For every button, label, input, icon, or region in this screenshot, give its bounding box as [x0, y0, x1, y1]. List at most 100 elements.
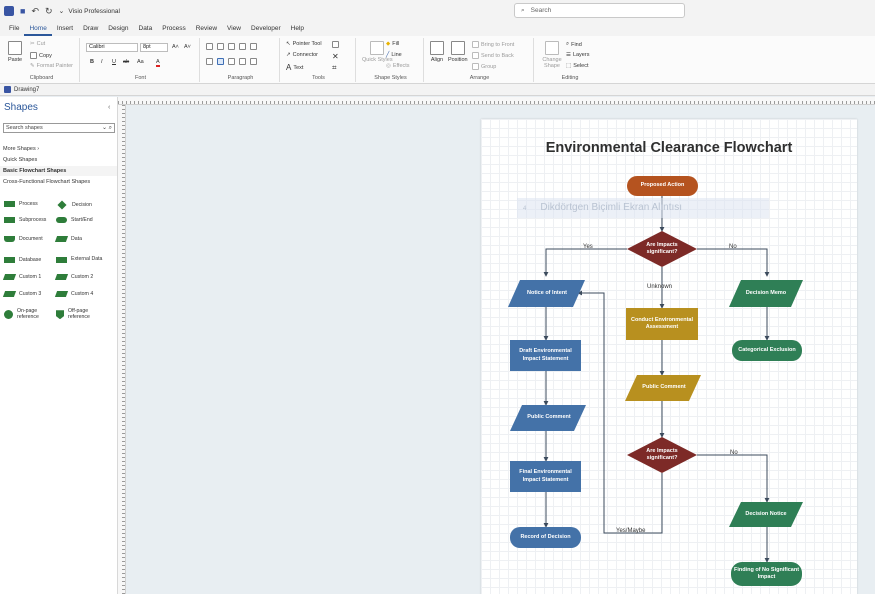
- bold-button[interactable]: B: [90, 59, 94, 65]
- undo-icon[interactable]: ↶: [31, 6, 39, 17]
- shape-item-custom-4[interactable]: Custom 4: [54, 291, 93, 297]
- align-center-icon[interactable]: [217, 58, 224, 65]
- document-icon: [4, 86, 11, 93]
- search-icon: ⌕: [521, 6, 525, 14]
- select-button[interactable]: ⬚ Select: [566, 63, 589, 69]
- underline-button[interactable]: U: [112, 59, 116, 65]
- text-direction-icon[interactable]: [250, 43, 257, 50]
- connector-button[interactable]: ↗ Connector: [286, 52, 318, 58]
- distribute-icon[interactable]: [250, 58, 257, 65]
- change-case-button[interactable]: Aa: [137, 59, 144, 65]
- redo-icon[interactable]: ↻: [45, 6, 53, 17]
- change-shape-button[interactable]: Change Shape: [540, 41, 564, 69]
- rectangle-tool-button[interactable]: [332, 41, 339, 48]
- stencil-quick-shapes[interactable]: Quick Shapes: [3, 157, 37, 163]
- horizontal-align-buttons: [206, 58, 257, 65]
- stencil-cross-functional[interactable]: Cross-Functional Flowchart Shapes: [3, 179, 90, 185]
- tab-developer[interactable]: Developer: [246, 22, 286, 36]
- shape-item-custom-1[interactable]: Custom 1: [2, 274, 41, 280]
- paste-button[interactable]: Paste: [8, 41, 22, 63]
- document-name: Drawing7: [14, 86, 40, 93]
- fill-button[interactable]: ◆ Fill: [386, 41, 399, 47]
- effects-button[interactable]: ◎ Effects: [386, 63, 410, 69]
- shape-item-start-end[interactable]: Start/End: [56, 217, 93, 223]
- tab-file[interactable]: File: [4, 22, 24, 36]
- shape-item-external-data[interactable]: External Data: [56, 256, 105, 263]
- node-conduct-ea-label: Conduct Environmental Assessment: [630, 316, 694, 330]
- align-button[interactable]: Align: [430, 41, 444, 63]
- text-tool-button[interactable]: A Text: [286, 63, 303, 72]
- quick-access-toolbar: ■ ↶ ↻ ⌄: [0, 6, 64, 17]
- document-tab[interactable]: Drawing7: [0, 84, 875, 96]
- shape-item-label: Database: [19, 257, 42, 263]
- tab-home[interactable]: Home: [24, 22, 52, 36]
- italic-button[interactable]: I: [101, 59, 103, 65]
- drawing-page[interactable]: Environmental Clearance Flowchart 4 Dikdö…: [481, 119, 857, 594]
- shrink-font-button[interactable]: A˅: [184, 44, 191, 50]
- customize-qat-icon[interactable]: ⌄: [59, 7, 65, 15]
- align-bottom-icon[interactable]: [228, 43, 235, 50]
- search-input[interactable]: ⌕ Search: [514, 3, 685, 18]
- shape-item-custom-3[interactable]: Custom 3: [2, 291, 41, 297]
- layers-button[interactable]: ☰ Layers: [566, 52, 589, 58]
- tab-process[interactable]: Process: [157, 22, 190, 36]
- align-left-icon[interactable]: [206, 58, 213, 65]
- tab-data[interactable]: Data: [134, 22, 158, 36]
- node-fonsi-label: Finding of No Significant Impact: [733, 566, 800, 580]
- cut-button[interactable]: ✂ Cut: [30, 41, 45, 47]
- copy-button[interactable]: Copy: [30, 52, 52, 59]
- stencil-basic-flowchart[interactable]: Basic Flowchart Shapes: [0, 166, 117, 176]
- shape-search-input[interactable]: Search shapes ⌄ ⌕: [3, 123, 115, 133]
- shape-item-off-page-reference[interactable]: Off-page reference: [56, 308, 102, 320]
- font-color-button[interactable]: A: [156, 59, 160, 67]
- bring-to-front-button[interactable]: Bring to Front: [472, 41, 514, 48]
- font-family-select[interactable]: Calibri: [86, 43, 138, 52]
- vertical-ruler: [118, 105, 126, 594]
- position-button[interactable]: Position: [448, 41, 468, 63]
- tab-view[interactable]: View: [222, 22, 246, 36]
- align-icon: [430, 41, 444, 55]
- strikethrough-button[interactable]: ab: [123, 59, 129, 65]
- save-icon[interactable]: ■: [20, 6, 25, 16]
- shape-item-data[interactable]: Data: [54, 236, 82, 242]
- tab-draw[interactable]: Draw: [78, 22, 103, 36]
- quick-styles-icon: [370, 41, 385, 55]
- align-right-icon[interactable]: [228, 58, 235, 65]
- tab-help[interactable]: Help: [286, 22, 309, 36]
- drawing-canvas[interactable]: Environmental Clearance Flowchart 4 Dikdö…: [126, 105, 875, 594]
- shape-item-database[interactable]: Database: [4, 257, 41, 263]
- clipboard-group: Paste ✂ Cut Copy ✎ Format Painter Clipboar…: [4, 38, 80, 82]
- format-painter-button[interactable]: ✎ Format Painter: [30, 63, 73, 69]
- grow-font-button[interactable]: A˄: [172, 44, 179, 50]
- justify-icon[interactable]: [239, 58, 246, 65]
- close-shape-button[interactable]: ✕: [332, 52, 339, 61]
- send-to-back-button[interactable]: Send to Back: [472, 52, 514, 59]
- crop-button[interactable]: ⌗: [332, 63, 337, 73]
- find-button[interactable]: ⌕ Find: [566, 41, 582, 48]
- edge-decision1-yes[interactable]: [543, 248, 627, 277]
- edge-decision2-no[interactable]: [697, 454, 770, 503]
- shape-item-on-page-reference[interactable]: On-page reference: [4, 308, 51, 320]
- edge-decision1-no[interactable]: [697, 248, 770, 277]
- shape-item-subprocess[interactable]: Subprocess: [4, 217, 46, 223]
- group-button[interactable]: Group: [472, 63, 496, 70]
- shape-glyph-icon: [54, 236, 69, 242]
- paragraph-group: Paragraph: [202, 38, 280, 82]
- node-decision2-label: Are Impacts significant?: [646, 447, 678, 461]
- align-middle-icon[interactable]: [217, 43, 224, 50]
- shape-item-process[interactable]: Process: [4, 201, 38, 207]
- pointer-tool-button[interactable]: ↖ Pointer Tool: [286, 41, 322, 47]
- tab-design[interactable]: Design: [103, 22, 133, 36]
- shape-item-document[interactable]: Document: [4, 236, 43, 242]
- align-top-icon[interactable]: [206, 43, 213, 50]
- collapse-pane-icon[interactable]: ‹: [108, 104, 110, 111]
- shape-item-decision[interactable]: Decision: [56, 200, 92, 210]
- tab-insert[interactable]: Insert: [52, 22, 78, 36]
- line-button[interactable]: ╱ Line: [386, 52, 402, 58]
- more-shapes-menu[interactable]: More Shapes ›: [3, 146, 39, 152]
- bullets-icon[interactable]: [239, 43, 246, 50]
- tab-review[interactable]: Review: [191, 22, 222, 36]
- ghost-selection-overlay: 4 Dikdörtgen Biçimli Ekran Alıntısı: [517, 198, 769, 218]
- font-size-select[interactable]: 8pt: [140, 43, 168, 52]
- shape-item-custom-2[interactable]: Custom 2: [54, 274, 93, 280]
